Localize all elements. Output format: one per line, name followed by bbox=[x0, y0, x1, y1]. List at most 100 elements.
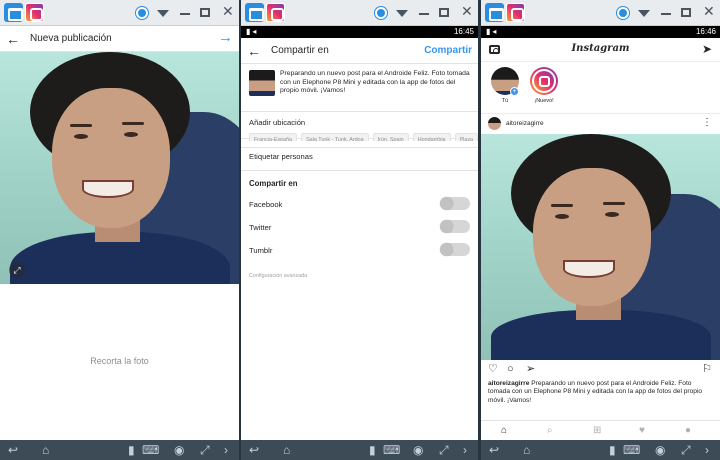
photo-preview[interactable]: ⤢ bbox=[0, 52, 239, 284]
eye-icon[interactable]: ◉ bbox=[174, 443, 184, 457]
maximize-icon[interactable] bbox=[200, 8, 210, 17]
emulator-top-bar: ✕ bbox=[0, 0, 239, 26]
instagram-header: Instagram ➤ bbox=[481, 38, 720, 62]
more-nav-icon[interactable]: › bbox=[224, 443, 228, 457]
keyboard-icon[interactable]: ⌨ bbox=[142, 443, 159, 457]
account-icon[interactable] bbox=[617, 7, 629, 19]
close-icon[interactable]: ✕ bbox=[461, 4, 473, 18]
more-nav-icon[interactable]: › bbox=[463, 443, 467, 457]
caption-input[interactable]: Preparando un nuevo post para el Android… bbox=[280, 70, 472, 96]
send-icon[interactable]: ➤ bbox=[702, 42, 712, 56]
android-status-bar: ▮◂ 16:45 bbox=[241, 26, 478, 38]
close-icon[interactable]: ✕ bbox=[703, 4, 715, 18]
avatar[interactable] bbox=[488, 117, 501, 130]
location-chip[interactable]: Irún, Spain bbox=[372, 133, 409, 141]
close-icon[interactable]: ✕ bbox=[222, 4, 234, 18]
location-chip[interactable]: Francia-España bbox=[249, 133, 298, 141]
wifi-icon[interactable] bbox=[157, 10, 169, 17]
maximize-icon[interactable] bbox=[681, 8, 691, 17]
eye-icon[interactable]: ◉ bbox=[655, 443, 665, 457]
minimize-icon[interactable] bbox=[419, 13, 429, 15]
more-nav-icon[interactable]: › bbox=[705, 443, 709, 457]
emulator-top-bar: ✕ bbox=[481, 0, 720, 26]
account-icon[interactable] bbox=[136, 7, 148, 19]
status-time: 16:45 bbox=[453, 27, 474, 36]
notification-icons: ▮◂ bbox=[486, 27, 499, 36]
twitter-toggle[interactable] bbox=[440, 220, 470, 233]
expand-icon[interactable]: ⤢ bbox=[9, 262, 25, 278]
comment-icon[interactable]: ○ bbox=[507, 363, 514, 375]
post-username[interactable]: aitoreizagirre bbox=[506, 120, 544, 127]
add-location[interactable]: Añadir ubicación bbox=[249, 118, 305, 127]
app-bar: ← Nueva publicación → bbox=[0, 26, 239, 52]
eye-icon[interactable]: ◉ bbox=[413, 443, 423, 457]
home-nav-icon[interactable]: ⌂ bbox=[523, 443, 530, 457]
wifi-icon[interactable] bbox=[638, 10, 650, 17]
phone-icon[interactable]: ▮ bbox=[369, 443, 376, 457]
home-tab-icon[interactable]: ⌂ bbox=[501, 425, 507, 437]
home-nav-icon[interactable]: ⌂ bbox=[283, 443, 290, 457]
minimize-icon[interactable] bbox=[180, 13, 190, 15]
tag-people[interactable]: Etiquetar personas bbox=[249, 152, 313, 161]
network-facebook: Facebook bbox=[249, 200, 283, 209]
divider bbox=[241, 170, 478, 171]
wifi-icon[interactable] bbox=[396, 10, 408, 17]
profile-icon[interactable]: ● bbox=[685, 425, 691, 437]
story-you[interactable]: + Tú bbox=[491, 67, 519, 104]
divider bbox=[241, 147, 478, 148]
post-caption: aitoreizagirre Preparando un nuevo post … bbox=[488, 380, 714, 405]
phone-icon[interactable]: ▮ bbox=[609, 443, 616, 457]
minimize-icon[interactable] bbox=[661, 13, 671, 15]
account-icon[interactable] bbox=[375, 7, 387, 19]
back-nav-icon[interactable]: ↩ bbox=[489, 443, 499, 457]
status-time: 16:46 bbox=[695, 27, 716, 36]
home-icon[interactable] bbox=[245, 3, 264, 22]
phone-icon[interactable]: ▮ bbox=[128, 443, 135, 457]
add-story-icon[interactable]: + bbox=[510, 87, 519, 96]
back-nav-icon[interactable]: ↩ bbox=[249, 443, 259, 457]
keyboard-icon[interactable]: ⌨ bbox=[383, 443, 400, 457]
advanced-settings-link[interactable]: Configuración avanzada bbox=[249, 273, 307, 279]
emulator-window-new-post: ✕ ← Nueva publicación → ⤢ Recorta la fot… bbox=[0, 0, 239, 460]
location-chip[interactable]: Plaza bbox=[454, 133, 478, 141]
caption-username[interactable]: aitoreizagirre bbox=[488, 380, 529, 387]
share-icon[interactable]: ➢ bbox=[526, 363, 535, 375]
post-photo[interactable] bbox=[481, 134, 720, 360]
add-icon[interactable]: ⊞ bbox=[593, 425, 601, 437]
fullscreen-icon[interactable]: ⤢ bbox=[681, 443, 691, 457]
instagram-icon[interactable] bbox=[266, 3, 285, 22]
maximize-icon[interactable] bbox=[439, 8, 449, 17]
page-title: Nueva publicación bbox=[30, 33, 112, 44]
more-icon[interactable]: ⋮ bbox=[702, 117, 712, 128]
back-arrow-icon[interactable]: ← bbox=[247, 43, 261, 59]
app-screen: Instagram ➤ + Tú ¡Nuevo! aitoreizagirre … bbox=[481, 38, 720, 440]
heart-tab-icon[interactable]: ♥ bbox=[639, 425, 645, 437]
home-nav-icon[interactable]: ⌂ bbox=[42, 443, 49, 457]
tumblr-toggle[interactable] bbox=[440, 243, 470, 256]
share-section-title: Compartir en bbox=[249, 179, 298, 188]
home-icon[interactable] bbox=[485, 3, 504, 22]
instagram-icon[interactable] bbox=[506, 3, 525, 22]
share-button[interactable]: Compartir bbox=[424, 45, 472, 56]
search-icon[interactable]: ⌕ bbox=[547, 425, 553, 437]
back-arrow-icon[interactable]: ← bbox=[6, 31, 20, 47]
story-new[interactable]: ¡Nuevo! bbox=[530, 67, 558, 104]
location-chip[interactable]: Sala Tunk - Tunk, Ardoa bbox=[301, 133, 369, 141]
emulator-window-share: ✕ ▮◂ 16:45 ← Compartir en Compartir Prep… bbox=[241, 0, 478, 460]
back-nav-icon[interactable]: ↩ bbox=[8, 443, 18, 457]
fullscreen-icon[interactable]: ⤢ bbox=[200, 443, 210, 457]
home-icon[interactable] bbox=[4, 3, 23, 22]
bookmark-icon[interactable]: ⚐ bbox=[702, 363, 712, 375]
location-chip[interactable]: Hondarribia bbox=[412, 133, 451, 141]
heart-icon[interactable]: ♡ bbox=[488, 363, 498, 375]
facebook-toggle[interactable] bbox=[440, 197, 470, 210]
emulator-top-bar: ✕ bbox=[241, 0, 478, 26]
network-tumblr: Tumblr bbox=[249, 246, 273, 255]
instagram-icon[interactable] bbox=[25, 3, 44, 22]
fullscreen-icon[interactable]: ⤢ bbox=[439, 443, 449, 457]
keyboard-icon[interactable]: ⌨ bbox=[623, 443, 640, 457]
location-suggestions: Francia-España Sala Tunk - Tunk, Ardoa Irú… bbox=[249, 128, 478, 141]
bottom-tabs: ⌂ ⌕ ⊞ ♥ ● bbox=[481, 420, 720, 440]
app-screen: ← Compartir en Compartir Preparando un n… bbox=[241, 38, 478, 440]
next-arrow-icon[interactable]: → bbox=[218, 29, 233, 46]
